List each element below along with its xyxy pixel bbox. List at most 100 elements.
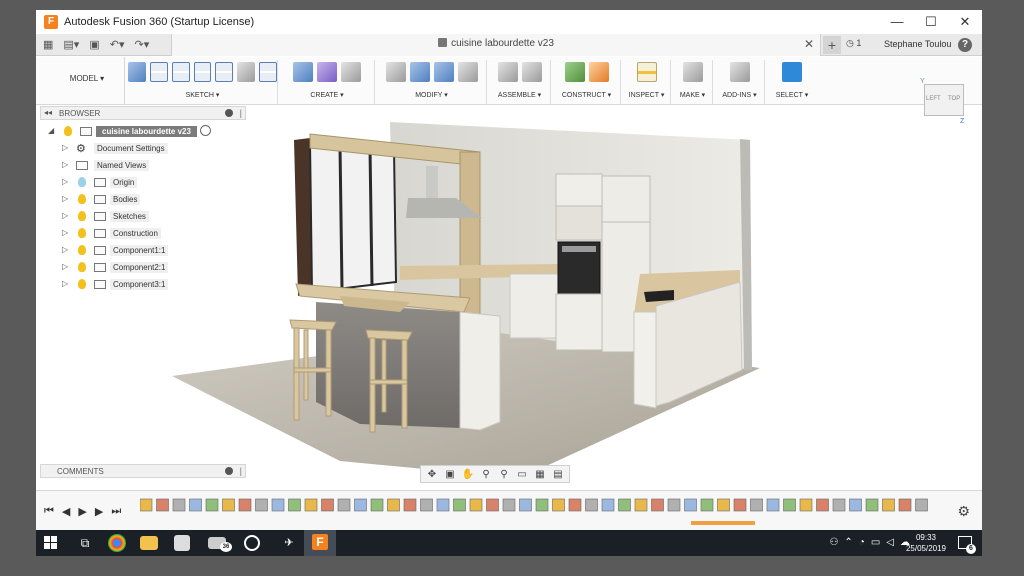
look-at-icon[interactable]: ▣: [443, 469, 457, 480]
timeline-feature-icon[interactable]: [453, 498, 466, 512]
form-icon[interactable]: [317, 62, 337, 82]
tree-item-named-views[interactable]: ▷ Named Views: [44, 158, 244, 175]
tree-item-sketches[interactable]: ▷ Sketches: [44, 209, 244, 226]
rectangle-icon[interactable]: [171, 62, 190, 82]
timeline-feature-icon[interactable]: [783, 498, 796, 512]
tree-item-origin[interactable]: ▷ Origin: [44, 175, 244, 192]
tree-item-document-settings[interactable]: ▷ ⚙ Document Settings: [44, 141, 244, 158]
clock[interactable]: 09:33 25/05/2019: [906, 532, 946, 554]
create-sketch-icon[interactable]: [128, 62, 146, 82]
timeline-feature-icon[interactable]: [255, 498, 268, 512]
step-back-icon[interactable]: ◀: [62, 505, 70, 518]
timeline-feature-icon[interactable]: [486, 498, 499, 512]
viewports-icon[interactable]: ▤: [551, 469, 565, 480]
make-menu[interactable]: MAKE ▾: [673, 91, 712, 99]
timeline-feature-icon[interactable]: [667, 498, 681, 512]
scripts-addins-icon[interactable]: [729, 62, 750, 82]
fillet-icon[interactable]: [409, 62, 430, 82]
3d-print-icon[interactable]: [682, 62, 703, 82]
tree-item-bodies[interactable]: ▷ Bodies: [44, 192, 244, 209]
plane-at-angle-icon[interactable]: [588, 62, 609, 82]
expand-arrow-icon[interactable]: ▷: [62, 194, 68, 203]
chamfer-icon[interactable]: [433, 62, 454, 82]
timeline-marker[interactable]: [691, 521, 755, 525]
people-icon[interactable]: ⚇: [829, 537, 838, 548]
pan-icon[interactable]: ✋: [461, 469, 475, 480]
select-menu[interactable]: SELECT ▾: [767, 91, 817, 99]
redo-icon[interactable]: ↷▾: [131, 37, 152, 53]
visibility-bulb-icon[interactable]: [78, 245, 86, 255]
comments-pin-icon[interactable]: |: [240, 466, 242, 476]
tree-item-component3[interactable]: ▷ Component3:1: [44, 277, 244, 294]
timeline-feature-icon[interactable]: [618, 498, 631, 512]
zoom-icon[interactable]: ⚲: [479, 469, 493, 480]
center-rectangle-icon[interactable]: [193, 62, 212, 82]
visibility-bulb-icon[interactable]: [64, 126, 72, 136]
grid-settings-icon[interactable]: ▦: [533, 469, 547, 480]
timeline-feature-icon[interactable]: [420, 498, 433, 512]
expand-arrow-icon[interactable]: ▷: [62, 143, 68, 152]
timeline-feature-icon[interactable]: [403, 498, 417, 512]
sketch-menu[interactable]: SKETCH ▾: [128, 91, 277, 99]
timeline-feature-icon[interactable]: [140, 498, 153, 512]
line-icon[interactable]: [149, 62, 168, 82]
expand-arrow-icon[interactable]: ▷: [62, 245, 68, 254]
close-tab-icon[interactable]: ✕: [804, 37, 814, 51]
browser-pin-icon[interactable]: |: [240, 108, 242, 118]
timeline-feature-icon[interactable]: [601, 498, 615, 512]
visibility-bulb-icon[interactable]: [78, 279, 86, 289]
timeline-feature-icon[interactable]: [337, 498, 351, 512]
save-icon[interactable]: ▣: [86, 37, 102, 53]
timeline-feature-icon[interactable]: [156, 498, 169, 512]
construct-group[interactable]: CONSTRUCT ▾: [553, 60, 621, 104]
activate-component-icon[interactable]: [200, 125, 211, 136]
timeline-settings-icon[interactable]: ⚙: [957, 503, 970, 520]
visibility-bulb-icon[interactable]: [78, 228, 86, 238]
trim-icon[interactable]: [215, 62, 234, 82]
chrome-icon[interactable]: [108, 534, 126, 552]
timeline-feature-icon[interactable]: [370, 498, 384, 512]
timeline-feature-icon[interactable]: [469, 498, 483, 512]
fusion-taskbar-icon[interactable]: F: [312, 534, 328, 550]
extrude-icon[interactable]: [293, 62, 313, 82]
root-component-label[interactable]: cuisine labourdette v23: [96, 126, 197, 137]
volume-icon[interactable]: ◁: [886, 537, 894, 548]
timeline-feature-icon[interactable]: [750, 498, 763, 512]
view-cube-top[interactable]: TOP: [948, 96, 960, 102]
select-cursor-icon[interactable]: [782, 62, 802, 82]
task-view-icon[interactable]: ⧉: [74, 533, 96, 553]
timeline-feature-icon[interactable]: [552, 498, 565, 512]
browser-options-icon[interactable]: [225, 109, 233, 117]
job-status[interactable]: ◷ 1: [846, 38, 861, 49]
expand-arrow-icon[interactable]: ◢: [48, 126, 54, 135]
comments-options-icon[interactable]: [225, 467, 233, 475]
play-icon[interactable]: ▶: [78, 505, 86, 518]
modify-menu[interactable]: MODIFY ▾: [377, 91, 486, 99]
workspace-switcher[interactable]: MODEL ▾: [50, 57, 125, 105]
modify-group[interactable]: MODIFY ▾: [377, 60, 487, 104]
timeline-feature-icon[interactable]: [799, 498, 813, 512]
timeline-feature-icon[interactable]: [568, 498, 582, 512]
show-hidden-icon[interactable]: ⌃: [844, 537, 852, 548]
timeline-feature-icon[interactable]: [717, 498, 730, 512]
close-window-button[interactable]: ✕: [948, 10, 982, 34]
timeline-feature-icon[interactable]: [915, 498, 928, 512]
timeline-feature-icon[interactable]: [898, 498, 912, 512]
timeline-feature-icon[interactable]: [865, 498, 879, 512]
measure-icon[interactable]: [636, 62, 657, 82]
timeline-feature-icon[interactable]: [436, 498, 450, 512]
windows-start-icon[interactable]: [44, 536, 58, 550]
timeline-feature-icon[interactable]: [585, 498, 598, 512]
comments-panel-header[interactable]: COMMENTS |: [40, 464, 246, 478]
network-icon[interactable]: ◔: [859, 537, 865, 548]
assemble-menu[interactable]: ASSEMBLE ▾: [489, 91, 550, 99]
timeline-feature-icon[interactable]: [502, 498, 516, 512]
create-group[interactable]: CREATE ▾: [280, 60, 375, 104]
help-icon[interactable]: ?: [958, 38, 972, 52]
expand-arrow-icon[interactable]: ▷: [62, 160, 68, 169]
expand-arrow-icon[interactable]: ▷: [62, 262, 68, 271]
mirror-body-icon[interactable]: [341, 62, 361, 82]
timeline-feature-icon[interactable]: [651, 498, 664, 512]
timeline-feature-icon[interactable]: [634, 498, 648, 512]
timeline-feature-icon[interactable]: [189, 498, 202, 512]
